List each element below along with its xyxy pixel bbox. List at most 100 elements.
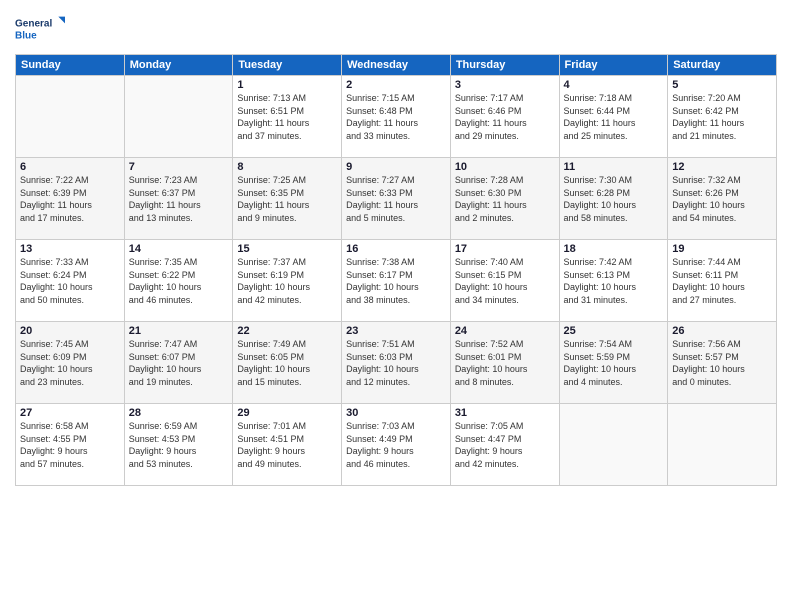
svg-text:Blue: Blue: [15, 30, 37, 41]
calendar-cell: 11Sunrise: 7:30 AM Sunset: 6:28 PM Dayli…: [559, 158, 668, 240]
day-info: Sunrise: 7:18 AM Sunset: 6:44 PM Dayligh…: [564, 92, 664, 142]
day-info: Sunrise: 6:58 AM Sunset: 4:55 PM Dayligh…: [20, 420, 120, 470]
day-header: Monday: [124, 55, 233, 76]
calendar-cell: 30Sunrise: 7:03 AM Sunset: 4:49 PM Dayli…: [342, 404, 451, 486]
day-number: 9: [346, 161, 446, 173]
day-info: Sunrise: 7:27 AM Sunset: 6:33 PM Dayligh…: [346, 174, 446, 224]
day-number: 16: [346, 243, 446, 255]
day-info: Sunrise: 7:17 AM Sunset: 6:46 PM Dayligh…: [455, 92, 555, 142]
day-info: Sunrise: 7:54 AM Sunset: 5:59 PM Dayligh…: [564, 338, 664, 388]
calendar-cell: 10Sunrise: 7:28 AM Sunset: 6:30 PM Dayli…: [450, 158, 559, 240]
day-number: 12: [672, 161, 772, 173]
day-number: 15: [237, 243, 337, 255]
calendar-cell: 17Sunrise: 7:40 AM Sunset: 6:15 PM Dayli…: [450, 240, 559, 322]
day-number: 5: [672, 79, 772, 91]
day-info: Sunrise: 7:20 AM Sunset: 6:42 PM Dayligh…: [672, 92, 772, 142]
calendar: SundayMondayTuesdayWednesdayThursdayFrid…: [15, 54, 777, 486]
day-number: 17: [455, 243, 555, 255]
calendar-cell: 26Sunrise: 7:56 AM Sunset: 5:57 PM Dayli…: [668, 322, 777, 404]
calendar-cell: 5Sunrise: 7:20 AM Sunset: 6:42 PM Daylig…: [668, 76, 777, 158]
day-number: 20: [20, 325, 120, 337]
day-header: Thursday: [450, 55, 559, 76]
day-info: Sunrise: 7:35 AM Sunset: 6:22 PM Dayligh…: [129, 256, 229, 306]
calendar-cell: 28Sunrise: 6:59 AM Sunset: 4:53 PM Dayli…: [124, 404, 233, 486]
calendar-cell: 8Sunrise: 7:25 AM Sunset: 6:35 PM Daylig…: [233, 158, 342, 240]
day-header: Sunday: [16, 55, 125, 76]
day-info: Sunrise: 7:52 AM Sunset: 6:01 PM Dayligh…: [455, 338, 555, 388]
day-number: 25: [564, 325, 664, 337]
calendar-cell: 4Sunrise: 7:18 AM Sunset: 6:44 PM Daylig…: [559, 76, 668, 158]
calendar-cell: 12Sunrise: 7:32 AM Sunset: 6:26 PM Dayli…: [668, 158, 777, 240]
day-info: Sunrise: 7:22 AM Sunset: 6:39 PM Dayligh…: [20, 174, 120, 224]
day-info: Sunrise: 7:45 AM Sunset: 6:09 PM Dayligh…: [20, 338, 120, 388]
calendar-cell: [559, 404, 668, 486]
day-info: Sunrise: 7:30 AM Sunset: 6:28 PM Dayligh…: [564, 174, 664, 224]
day-number: 29: [237, 407, 337, 419]
calendar-cell: 22Sunrise: 7:49 AM Sunset: 6:05 PM Dayli…: [233, 322, 342, 404]
day-info: Sunrise: 7:42 AM Sunset: 6:13 PM Dayligh…: [564, 256, 664, 306]
calendar-cell: 18Sunrise: 7:42 AM Sunset: 6:13 PM Dayli…: [559, 240, 668, 322]
day-number: 19: [672, 243, 772, 255]
calendar-cell: 19Sunrise: 7:44 AM Sunset: 6:11 PM Dayli…: [668, 240, 777, 322]
day-info: Sunrise: 7:05 AM Sunset: 4:47 PM Dayligh…: [455, 420, 555, 470]
calendar-cell: 29Sunrise: 7:01 AM Sunset: 4:51 PM Dayli…: [233, 404, 342, 486]
calendar-cell: 9Sunrise: 7:27 AM Sunset: 6:33 PM Daylig…: [342, 158, 451, 240]
calendar-cell: 15Sunrise: 7:37 AM Sunset: 6:19 PM Dayli…: [233, 240, 342, 322]
day-header: Friday: [559, 55, 668, 76]
day-number: 14: [129, 243, 229, 255]
calendar-cell: 2Sunrise: 7:15 AM Sunset: 6:48 PM Daylig…: [342, 76, 451, 158]
day-number: 23: [346, 325, 446, 337]
day-info: Sunrise: 6:59 AM Sunset: 4:53 PM Dayligh…: [129, 420, 229, 470]
day-info: Sunrise: 7:47 AM Sunset: 6:07 PM Dayligh…: [129, 338, 229, 388]
day-number: 27: [20, 407, 120, 419]
calendar-cell: 31Sunrise: 7:05 AM Sunset: 4:47 PM Dayli…: [450, 404, 559, 486]
day-info: Sunrise: 7:01 AM Sunset: 4:51 PM Dayligh…: [237, 420, 337, 470]
day-number: 1: [237, 79, 337, 91]
calendar-cell: 13Sunrise: 7:33 AM Sunset: 6:24 PM Dayli…: [16, 240, 125, 322]
day-number: 21: [129, 325, 229, 337]
logo: General Blue: [15, 10, 65, 50]
day-info: Sunrise: 7:38 AM Sunset: 6:17 PM Dayligh…: [346, 256, 446, 306]
day-info: Sunrise: 7:32 AM Sunset: 6:26 PM Dayligh…: [672, 174, 772, 224]
day-number: 2: [346, 79, 446, 91]
day-number: 24: [455, 325, 555, 337]
svg-text:General: General: [15, 19, 52, 30]
calendar-cell: 16Sunrise: 7:38 AM Sunset: 6:17 PM Dayli…: [342, 240, 451, 322]
day-number: 18: [564, 243, 664, 255]
day-number: 7: [129, 161, 229, 173]
day-info: Sunrise: 7:40 AM Sunset: 6:15 PM Dayligh…: [455, 256, 555, 306]
calendar-cell: 23Sunrise: 7:51 AM Sunset: 6:03 PM Dayli…: [342, 322, 451, 404]
calendar-cell: 21Sunrise: 7:47 AM Sunset: 6:07 PM Dayli…: [124, 322, 233, 404]
day-number: 4: [564, 79, 664, 91]
day-info: Sunrise: 7:28 AM Sunset: 6:30 PM Dayligh…: [455, 174, 555, 224]
calendar-cell: 14Sunrise: 7:35 AM Sunset: 6:22 PM Dayli…: [124, 240, 233, 322]
day-number: 8: [237, 161, 337, 173]
day-info: Sunrise: 7:37 AM Sunset: 6:19 PM Dayligh…: [237, 256, 337, 306]
calendar-cell: [16, 76, 125, 158]
day-info: Sunrise: 7:03 AM Sunset: 4:49 PM Dayligh…: [346, 420, 446, 470]
day-info: Sunrise: 7:33 AM Sunset: 6:24 PM Dayligh…: [20, 256, 120, 306]
day-number: 30: [346, 407, 446, 419]
day-info: Sunrise: 7:51 AM Sunset: 6:03 PM Dayligh…: [346, 338, 446, 388]
day-info: Sunrise: 7:13 AM Sunset: 6:51 PM Dayligh…: [237, 92, 337, 142]
day-header: Wednesday: [342, 55, 451, 76]
day-number: 28: [129, 407, 229, 419]
calendar-cell: [124, 76, 233, 158]
day-number: 11: [564, 161, 664, 173]
day-info: Sunrise: 7:49 AM Sunset: 6:05 PM Dayligh…: [237, 338, 337, 388]
day-info: Sunrise: 7:56 AM Sunset: 5:57 PM Dayligh…: [672, 338, 772, 388]
day-info: Sunrise: 7:44 AM Sunset: 6:11 PM Dayligh…: [672, 256, 772, 306]
day-number: 13: [20, 243, 120, 255]
day-number: 31: [455, 407, 555, 419]
calendar-cell: 6Sunrise: 7:22 AM Sunset: 6:39 PM Daylig…: [16, 158, 125, 240]
calendar-cell: 1Sunrise: 7:13 AM Sunset: 6:51 PM Daylig…: [233, 76, 342, 158]
calendar-cell: 25Sunrise: 7:54 AM Sunset: 5:59 PM Dayli…: [559, 322, 668, 404]
day-info: Sunrise: 7:25 AM Sunset: 6:35 PM Dayligh…: [237, 174, 337, 224]
calendar-cell: 27Sunrise: 6:58 AM Sunset: 4:55 PM Dayli…: [16, 404, 125, 486]
calendar-cell: 24Sunrise: 7:52 AM Sunset: 6:01 PM Dayli…: [450, 322, 559, 404]
calendar-cell: 20Sunrise: 7:45 AM Sunset: 6:09 PM Dayli…: [16, 322, 125, 404]
day-header: Saturday: [668, 55, 777, 76]
day-info: Sunrise: 7:15 AM Sunset: 6:48 PM Dayligh…: [346, 92, 446, 142]
day-number: 6: [20, 161, 120, 173]
day-number: 22: [237, 325, 337, 337]
